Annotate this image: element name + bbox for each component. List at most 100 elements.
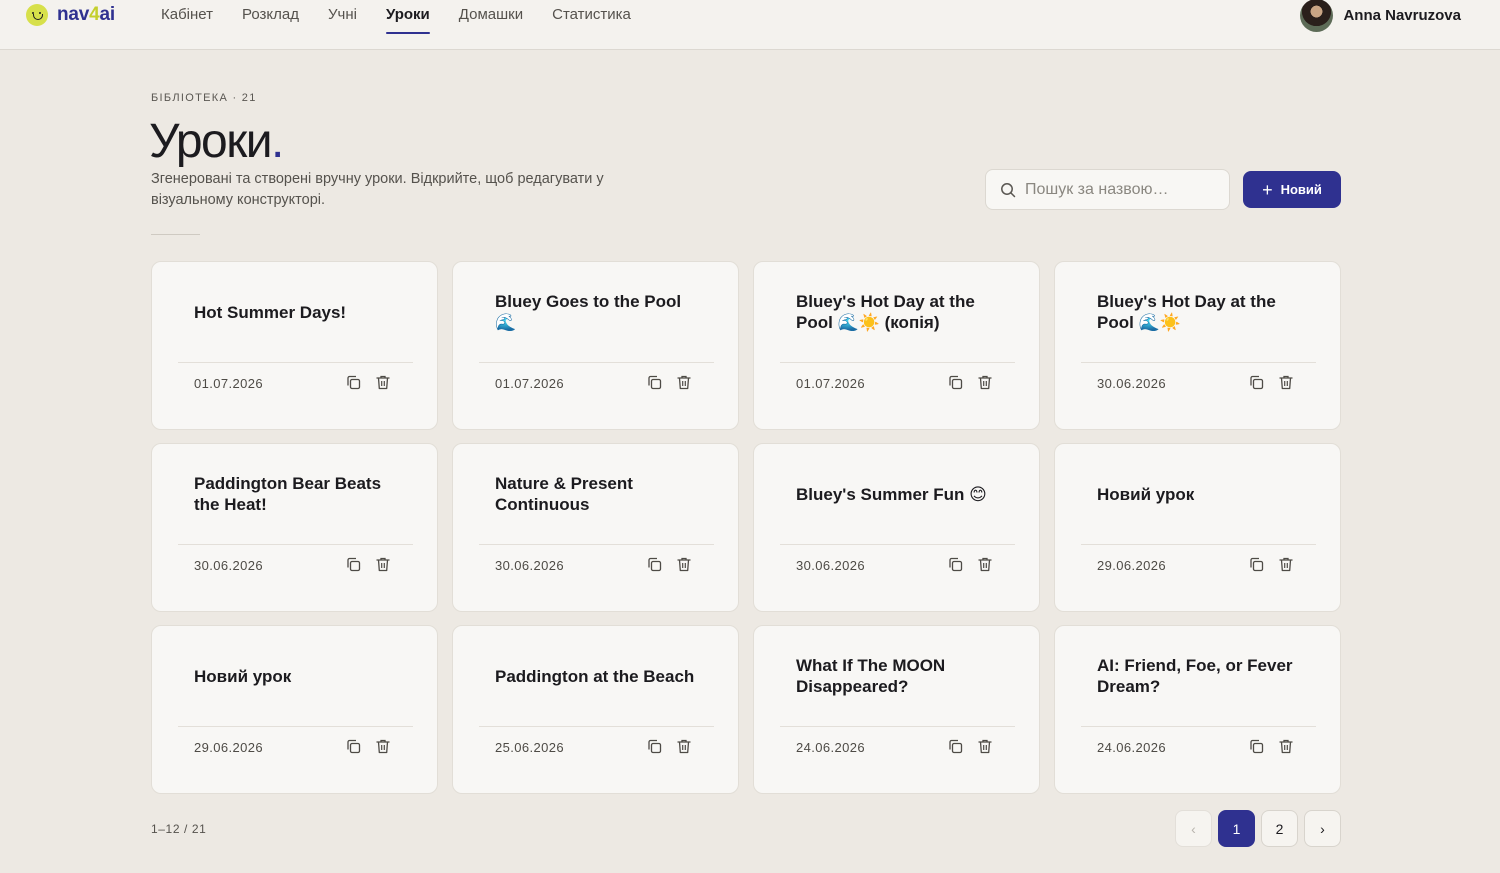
search-box[interactable] [985,169,1230,210]
card-actions [1234,374,1294,390]
lesson-card[interactable]: Nature & Present Continuous 30.06.2026 [452,443,739,612]
card-actions [933,556,993,572]
nav-item-cabinet[interactable]: Кабінет [161,0,213,34]
trash-icon[interactable] [977,738,993,754]
trash-icon[interactable] [977,374,993,390]
new-lesson-button[interactable]: + Новий [1243,171,1341,208]
main-nav: Кабінет Розклад Учні Уроки Домашки Стати… [161,0,660,34]
card-divider [1081,362,1316,363]
lesson-card[interactable]: Paddington at the Beach 25.06.2026 [452,625,739,794]
next-page-button[interactable]: › [1304,810,1341,847]
nav-item-schedule[interactable]: Розклад [242,0,299,34]
lesson-title: Bluey's Hot Day at the Pool 🌊☀️ [1097,292,1276,332]
copy-icon[interactable] [646,738,662,754]
card-actions [331,556,391,572]
copy-icon[interactable] [1248,374,1264,390]
copy-icon[interactable] [947,738,963,754]
search-input[interactable] [1025,180,1215,199]
lesson-date: 29.06.2026 [194,740,264,755]
nav-item-statistics[interactable]: Статистика [552,0,631,34]
lesson-title: Paddington at the Beach [495,666,695,686]
copy-icon[interactable] [345,556,361,572]
lesson-date: 29.06.2026 [1097,558,1167,573]
plus-icon: + [1262,179,1273,200]
trash-icon[interactable] [1278,738,1294,754]
lesson-grid: Hot Summer Days! 01.07.2026 Bluey Goes t… [151,261,1341,794]
card-divider [780,362,1015,363]
nav-item-students[interactable]: Учні [328,0,357,34]
lesson-card[interactable]: AI: Friend, Foe, or Fever Dream? 24.06.2… [1054,625,1341,794]
card-actions [632,374,692,390]
card-actions [632,556,692,572]
card-actions [933,374,993,390]
lesson-title: Paddington Bear Beats the Heat! [194,474,382,514]
page-2-button[interactable]: 2 [1261,810,1298,847]
prev-page-button[interactable]: ‹ [1175,810,1212,847]
copy-icon[interactable] [345,374,361,390]
lesson-card[interactable]: Bluey's Summer Fun 😊 30.06.2026 [753,443,1040,612]
copy-icon[interactable] [646,556,662,572]
trash-icon[interactable] [375,374,391,390]
pagination: ‹ 1 2 › [1175,810,1347,847]
lesson-date: 30.06.2026 [1097,376,1167,391]
search-icon [1001,182,1016,197]
user-name: Anna Navruzova [1343,6,1461,24]
page-1-button[interactable]: 1 [1218,810,1255,847]
trash-icon[interactable] [676,556,692,572]
card-divider [178,362,413,363]
lesson-title: Bluey's Hot Day at the Pool 🌊☀️ (копія) [796,292,975,332]
trash-icon[interactable] [375,556,391,572]
heading-divider [151,234,200,235]
brand-logo[interactable]: nav4ai [26,3,115,27]
copy-icon[interactable] [646,374,662,390]
card-actions [1234,556,1294,572]
lesson-card[interactable]: Новий урок 29.06.2026 [1054,443,1341,612]
copy-icon[interactable] [345,738,361,754]
nav-item-homework[interactable]: Домашки [459,0,523,34]
lesson-card[interactable]: What If The MOON Disappeared? 24.06.2026 [753,625,1040,794]
card-actions [632,738,692,754]
page-title: Уроки. [149,115,284,168]
lesson-title: Hot Summer Days! [194,302,347,322]
trash-icon[interactable] [676,374,692,390]
lesson-date: 24.06.2026 [796,740,866,755]
new-lesson-label: Новий [1280,182,1322,197]
lesson-date: 01.07.2026 [495,376,565,391]
trash-icon[interactable] [375,738,391,754]
copy-icon[interactable] [947,374,963,390]
trash-icon[interactable] [1278,556,1294,572]
lesson-card[interactable]: Bluey's Hot Day at the Pool 🌊☀️ 30.06.20… [1054,261,1341,430]
lesson-card[interactable]: Bluey's Hot Day at the Pool 🌊☀️ (копія) … [753,261,1040,430]
card-actions [933,738,993,754]
lesson-date: 24.06.2026 [1097,740,1167,755]
copy-icon[interactable] [1248,738,1264,754]
brand-name: nav4ai [57,4,115,25]
lesson-title: Bluey's Summer Fun 😊 [796,484,987,504]
copy-icon[interactable] [1248,556,1264,572]
card-actions [1234,738,1294,754]
card-divider [1081,544,1316,545]
card-divider [479,726,714,727]
user-menu[interactable]: Anna Navruzova [1300,0,1461,32]
lesson-date: 30.06.2026 [495,558,565,573]
lesson-title: Новий урок [194,666,292,686]
lesson-card[interactable]: Новий урок 29.06.2026 [151,625,438,794]
card-actions [331,738,391,754]
trash-icon[interactable] [676,738,692,754]
lesson-card[interactable]: Paddington Bear Beats the Heat! 30.06.20… [151,443,438,612]
lesson-date: 01.07.2026 [796,376,866,391]
trash-icon[interactable] [1278,374,1294,390]
lesson-date: 30.06.2026 [796,558,866,573]
trash-icon[interactable] [977,556,993,572]
card-divider [1081,726,1316,727]
lesson-title: Nature & Present Continuous [495,474,633,514]
lesson-card[interactable]: Hot Summer Days! 01.07.2026 [151,261,438,430]
lesson-title: What If The MOON Disappeared? [796,656,946,696]
lesson-date: 30.06.2026 [194,558,264,573]
copy-icon[interactable] [947,556,963,572]
nav-item-lessons[interactable]: Уроки [385,0,430,34]
lesson-card[interactable]: Bluey Goes to the Pool 🌊 01.07.2026 [452,261,739,430]
lesson-date: 25.06.2026 [495,740,565,755]
lesson-title: Bluey Goes to the Pool 🌊 [495,292,682,332]
avatar [1300,0,1334,32]
